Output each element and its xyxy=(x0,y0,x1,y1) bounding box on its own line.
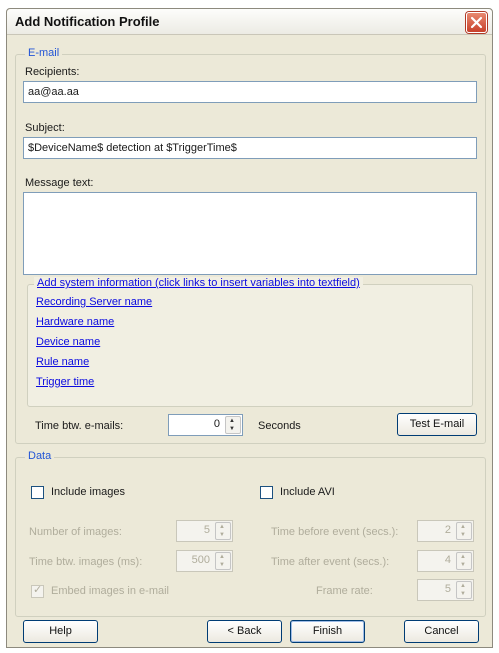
embed-images-label: Embed images in e-mail xyxy=(51,585,169,597)
test-email-button[interactable]: Test E-mail xyxy=(397,413,477,436)
link-recording-server-name[interactable]: Recording Server name xyxy=(36,296,152,308)
recipients-field[interactable]: aa@aa.aa xyxy=(23,81,477,103)
number-of-images-label: Number of images: xyxy=(29,526,122,538)
message-text-label: Message text: xyxy=(25,177,94,189)
seconds-label: Seconds xyxy=(258,420,301,432)
include-images-label: Include images xyxy=(51,486,125,498)
include-images-checkbox[interactable] xyxy=(31,486,44,499)
system-information-group: Add system information (click links to i… xyxy=(27,277,473,407)
help-button[interactable]: Help xyxy=(23,620,98,643)
close-icon xyxy=(470,16,483,29)
time-after-event-value: 4 xyxy=(444,554,451,566)
time-between-images-value: 500 xyxy=(191,554,210,566)
title-bar: Add Notification Profile xyxy=(7,9,492,35)
embed-images-checkbox[interactable]: ✓ xyxy=(31,584,44,598)
link-trigger-time[interactable]: Trigger time xyxy=(36,376,94,388)
checkmark-icon: ✓ xyxy=(33,584,43,596)
link-hardware-name[interactable]: Hardware name xyxy=(36,316,114,328)
time-before-event-value: 2 xyxy=(444,524,451,536)
add-notification-profile-dialog: Add Notification Profile E-mail Recipien… xyxy=(6,8,493,648)
spin-arrows-icon: ▲ ▼ xyxy=(456,581,472,599)
close-button[interactable] xyxy=(466,12,487,33)
cancel-button[interactable]: Cancel xyxy=(404,620,479,643)
time-after-event-label: Time after event (secs.): xyxy=(271,556,390,568)
system-information-label[interactable]: Add system information (click links to i… xyxy=(34,277,363,289)
time-between-images-label: Time btw. images (ms): xyxy=(29,556,143,568)
spin-arrows-icon: ▲ ▼ xyxy=(456,552,472,570)
message-textarea[interactable] xyxy=(23,192,477,275)
link-rule-name[interactable]: Rule name xyxy=(36,356,89,368)
dialog-title: Add Notification Profile xyxy=(15,14,160,29)
frame-rate-value: 5 xyxy=(444,583,451,595)
time-after-event-stepper[interactable]: 4 ▲ ▼ xyxy=(417,550,474,572)
number-of-images-stepper[interactable]: 5 ▲ ▼ xyxy=(176,520,233,542)
recipients-label: Recipients: xyxy=(25,66,80,78)
time-between-emails-stepper[interactable]: 0 ▲ ▼ xyxy=(168,414,243,436)
spin-arrows-icon: ▲ ▼ xyxy=(215,522,231,540)
subject-field[interactable]: $DeviceName$ detection at $TriggerTime$ xyxy=(23,137,477,159)
frame-rate-stepper[interactable]: 5 ▲ ▼ xyxy=(417,579,474,601)
time-between-emails-value: 0 xyxy=(213,418,220,430)
link-device-name[interactable]: Device name xyxy=(36,336,100,348)
back-button[interactable]: < Back xyxy=(207,620,282,643)
time-before-event-stepper[interactable]: 2 ▲ ▼ xyxy=(417,520,474,542)
data-group-label: Data xyxy=(25,450,55,462)
spin-arrows-icon[interactable]: ▲ ▼ xyxy=(225,416,241,434)
include-avi-checkbox[interactable] xyxy=(260,486,273,499)
finish-button[interactable]: Finish xyxy=(290,620,365,643)
include-avi-label: Include AVI xyxy=(280,486,335,498)
time-between-emails-label: Time btw. e-mails: xyxy=(35,420,124,432)
email-group-label: E-mail xyxy=(25,47,63,59)
number-of-images-value: 5 xyxy=(203,524,210,536)
spin-arrows-icon: ▲ ▼ xyxy=(215,552,231,570)
subject-label: Subject: xyxy=(25,122,65,134)
time-before-event-label: Time before event (secs.): xyxy=(271,526,399,538)
spin-arrows-icon: ▲ ▼ xyxy=(456,522,472,540)
time-between-images-stepper[interactable]: 500 ▲ ▼ xyxy=(176,550,233,572)
frame-rate-label: Frame rate: xyxy=(316,585,373,597)
